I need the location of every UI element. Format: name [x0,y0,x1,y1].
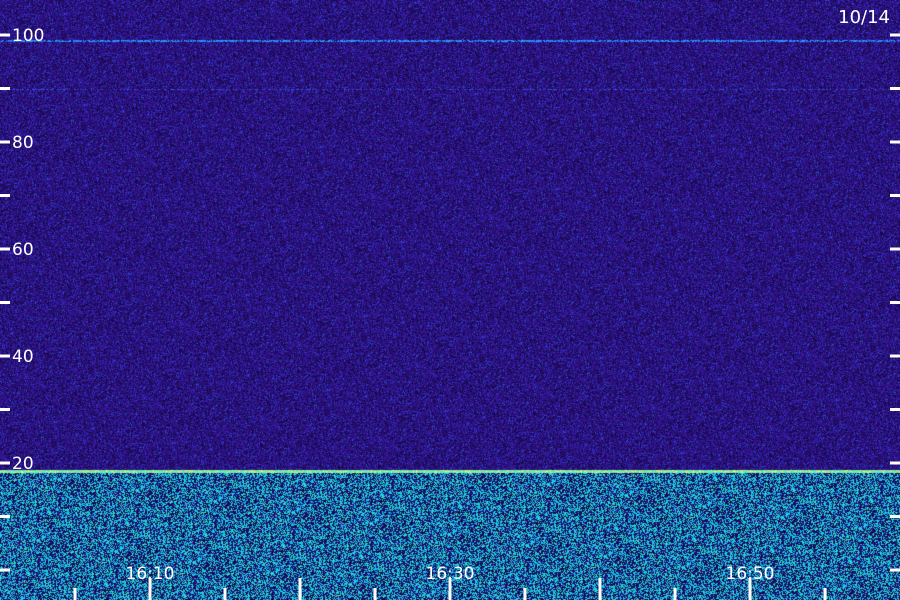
x-tick-label-16:10: 16:10 [126,564,175,584]
axes-overlay: 20 40 60 80 100 16:10 16:30 16:50 10/14 [0,7,900,600]
y-tick-label-100: 100 [12,26,44,46]
y-tick-label-20: 20 [12,454,34,474]
y-tick-label-60: 60 [12,240,34,260]
spectrogram-chart: 20 40 60 80 100 16:10 16:30 16:50 10/14 [0,0,900,600]
y-tick-label-80: 80 [12,133,34,153]
y-axis: 20 40 60 80 100 [0,26,900,572]
y-tick-label-40: 40 [12,347,34,367]
x-tick-label-16:30: 16:30 [426,564,475,584]
x-axis: 16:10 16:30 16:50 [73,564,827,600]
x-tick-label-16:50: 16:50 [726,564,775,584]
date-label: 10/14 [838,7,890,28]
